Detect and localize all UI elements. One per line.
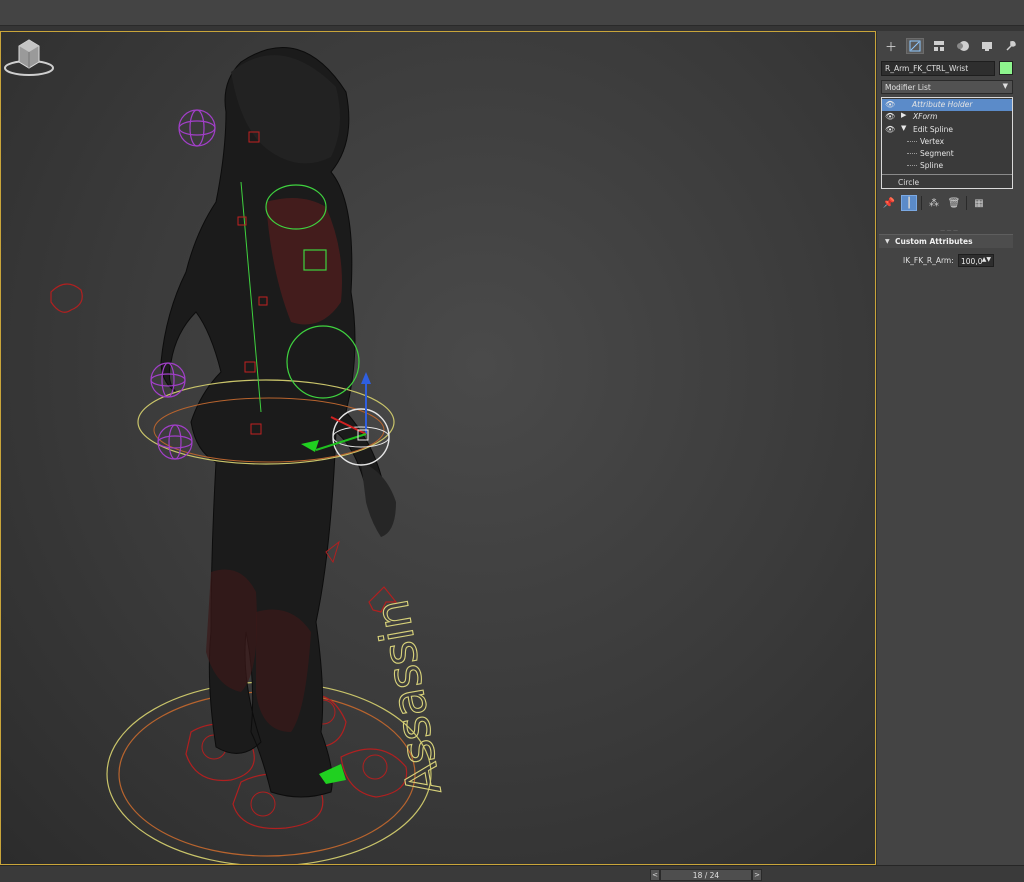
eye-icon[interactable]: 👁 [885, 100, 895, 109]
stack-base-object[interactable]: Circle [882, 174, 1012, 188]
stack-toolbar: 📌 ┃ ⁂ 🗑 ▦ [881, 194, 1013, 212]
collapse-arrow-icon: ▼ [885, 238, 890, 245]
attribute-spinner[interactable]: 100,0 ▲▼ [958, 254, 994, 267]
time-slider-value[interactable]: 18 / 24 [660, 869, 752, 881]
eye-icon[interactable]: 👁 [885, 112, 895, 121]
wrench-icon[interactable] [1002, 38, 1020, 54]
modifier-stack: 👁 Attribute Holder 👁 ▶ XForm 👁 ▼ Edit Sp… [881, 97, 1013, 189]
stack-item-edit-spline[interactable]: 👁 ▼ Edit Spline [882, 124, 1012, 136]
make-unique-icon[interactable]: ⁂ [926, 195, 942, 211]
attribute-label: IK_FK_R_Arm: [903, 256, 954, 265]
expand-arrow-icon[interactable]: ▶ [901, 111, 906, 119]
status-bar: < 18 / 24 > [0, 865, 1024, 882]
collapse-arrow-icon[interactable]: ▼ [901, 124, 906, 132]
plus-icon[interactable]: ＋ [882, 38, 900, 54]
viewport-scene: Assassin [50, 47, 452, 864]
rollout-custom-attributes[interactable]: ▼ Custom Attributes [879, 234, 1013, 248]
viewcube-icon[interactable] [1, 32, 57, 80]
command-panel-tabs: ＋ [879, 37, 1023, 55]
chevron-down-icon: ▼ [1002, 82, 1008, 90]
subobject-vertex[interactable]: Vertex [882, 136, 1012, 148]
display-icon[interactable] [978, 38, 996, 54]
main-toolbar [0, 0, 1024, 26]
stack-item-xform[interactable]: 👁 ▶ XForm [882, 111, 1012, 123]
stack-item-attribute-holder[interactable]: 👁 Attribute Holder [882, 99, 1012, 111]
spinner-arrows-icon[interactable]: ▲▼ [982, 256, 991, 263]
show-end-result-icon[interactable]: ┃ [901, 195, 917, 211]
modify-icon[interactable] [906, 38, 924, 54]
object-name-field[interactable]: R_Arm_FK_CTRL_Wrist [881, 61, 995, 76]
modifier-list-label: Modifier List [885, 83, 931, 92]
perspective-viewport[interactable]: Assassin [0, 31, 876, 865]
time-slider-prev-button[interactable]: < [650, 869, 660, 881]
time-slider[interactable]: < 18 / 24 > [650, 869, 762, 881]
eye-icon[interactable]: 👁 [885, 125, 895, 134]
trash-icon[interactable]: 🗑 [946, 195, 962, 211]
assassin-spline-text: Assassin [364, 596, 451, 800]
hierarchy-icon[interactable] [930, 38, 948, 54]
time-slider-next-button[interactable]: > [752, 869, 762, 881]
motion-icon[interactable] [954, 38, 972, 54]
subobject-spline[interactable]: Spline [882, 160, 1012, 172]
command-panel: ＋ R_Arm_FK_CTRL_Wrist Modifier List ▼ 👁 … [876, 31, 1024, 865]
pin-stack-icon[interactable]: 📌 [881, 195, 897, 211]
subobject-segment[interactable]: Segment [882, 148, 1012, 160]
object-color-swatch[interactable] [999, 61, 1013, 75]
modifier-list-dropdown[interactable]: Modifier List ▼ [881, 80, 1013, 94]
configure-sets-icon[interactable]: ▦ [971, 195, 987, 211]
